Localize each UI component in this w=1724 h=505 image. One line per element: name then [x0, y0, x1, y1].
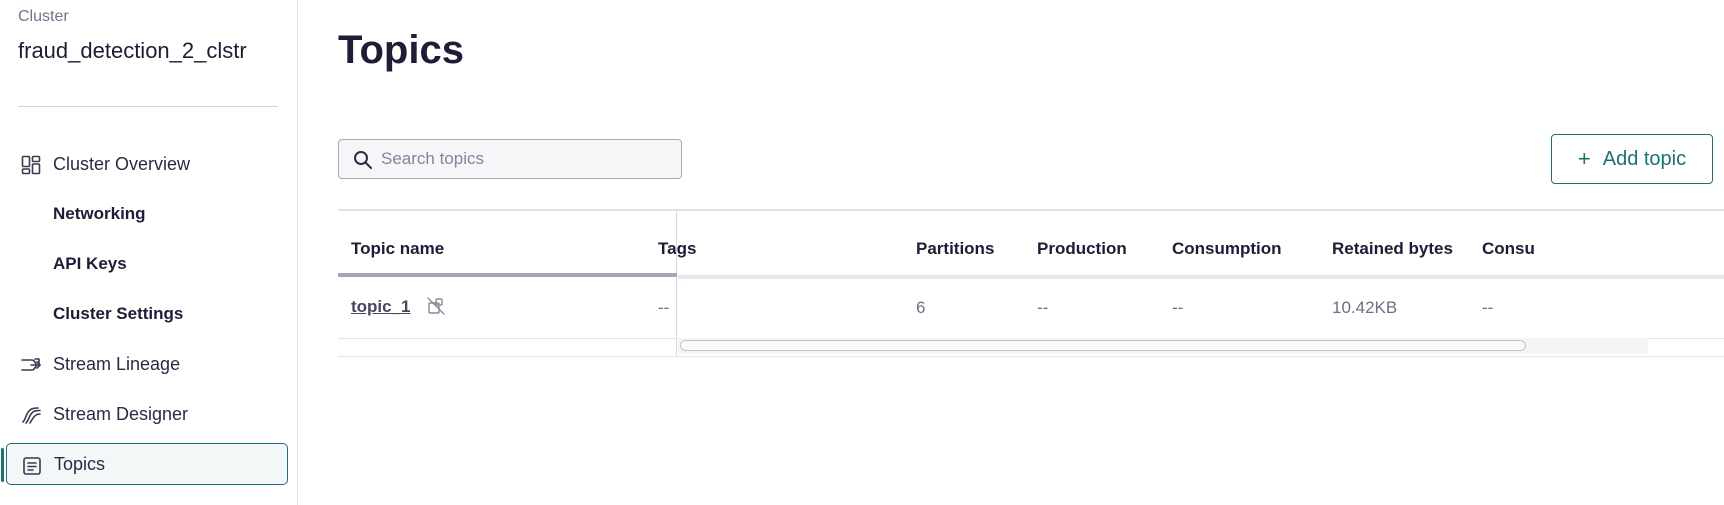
sidebar-item-label: API Keys: [53, 254, 127, 273]
stream-designer-icon: [20, 404, 42, 426]
cell-consumption: --: [1172, 298, 1184, 317]
cluster-caption: Cluster: [18, 8, 69, 25]
cell-partitions: 6: [916, 298, 926, 317]
main-content: Topics + Add topic Topic name Tags Parti…: [299, 0, 1724, 505]
sidebar-item-cluster-overview[interactable]: Cluster Overview: [0, 143, 298, 185]
horizontal-scrollbar[interactable]: [678, 338, 1648, 354]
sidebar-item-label: Cluster Overview: [53, 153, 191, 174]
table-row: topic_1 -- 6 -- -- 10.42KB --: [338, 279, 1724, 331]
sidebar-item-label: Stream Designer: [53, 403, 189, 424]
page-title: Topics: [338, 28, 464, 72]
no-schema-icon[interactable]: [426, 296, 446, 316]
column-header-production[interactable]: Production: [1037, 239, 1127, 259]
topics-table: Topic name Tags Partitions Production Co…: [338, 209, 1724, 357]
cell-production: --: [1037, 298, 1049, 317]
sidebar: Cluster fraud_detection_2_clstr Cluster …: [0, 0, 298, 505]
sidebar-item-topics[interactable]: Topics: [1, 443, 288, 485]
sidebar-item-label: Topics: [54, 453, 106, 474]
sidebar-item-cluster-settings[interactable]: Cluster Settings: [0, 293, 298, 335]
cell-tags: --: [658, 298, 670, 317]
column-header-consumers[interactable]: Consu: [1482, 239, 1535, 259]
active-indicator: [1, 448, 4, 482]
stream-lineage-icon: [20, 354, 42, 376]
sidebar-divider: [18, 106, 278, 107]
app-root: Cluster fraud_detection_2_clstr Cluster …: [0, 0, 1724, 505]
sidebar-item-stream-lineage[interactable]: Stream Lineage: [0, 343, 298, 385]
cluster-name: fraud_detection_2_clstr: [18, 38, 247, 63]
plus-icon: +: [1577, 146, 1591, 171]
topics-icon: [21, 455, 43, 477]
column-header-retained-bytes[interactable]: Retained bytes: [1332, 239, 1453, 259]
search-input[interactable]: [381, 140, 671, 178]
sidebar-item-label: Stream Lineage: [53, 353, 181, 374]
sidebar-item-label: Networking: [53, 204, 146, 223]
header-underline-frozen: [338, 273, 677, 277]
column-header-consumption[interactable]: Consumption: [1172, 239, 1282, 259]
add-topic-label: Add topic: [1602, 147, 1687, 170]
sidebar-item-networking[interactable]: Networking: [0, 193, 298, 235]
sidebar-item-api-keys[interactable]: API Keys: [0, 243, 298, 285]
dashboard-icon: [20, 154, 42, 176]
scrollbar-thumb[interactable]: [680, 340, 1526, 351]
sidebar-item-label: Cluster Settings: [53, 304, 184, 323]
sidebar-item-stream-designer[interactable]: Stream Designer: [0, 393, 298, 435]
search-box[interactable]: [338, 139, 682, 179]
table-bottom-border: [338, 356, 1724, 357]
column-header-partitions[interactable]: Partitions: [916, 239, 994, 259]
add-topic-button[interactable]: + Add topic: [1551, 134, 1713, 184]
topic-name-link[interactable]: topic_1: [351, 297, 411, 317]
sidebar-nav: Cluster Overview Networking API Keys Clu…: [0, 143, 298, 493]
cell-consumers: --: [1482, 298, 1494, 317]
cell-retained-bytes: 10.42KB: [1332, 298, 1398, 317]
search-icon: [352, 149, 374, 171]
